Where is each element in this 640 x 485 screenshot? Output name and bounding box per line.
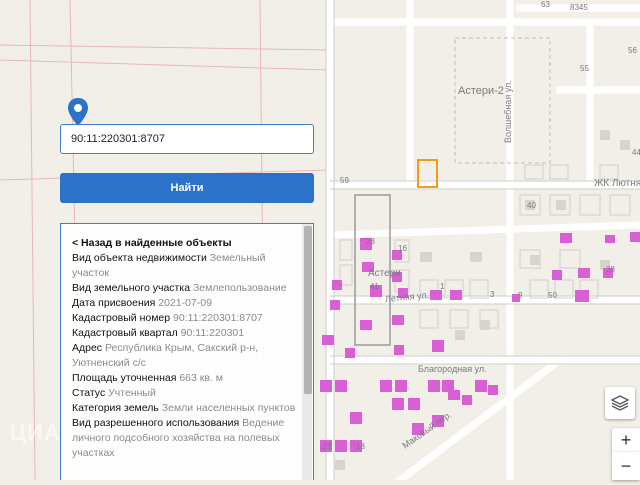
info-row-cadastral-quarter: Кадастровый квартал 90:11:220301	[72, 326, 300, 341]
num-41: 41	[370, 282, 379, 291]
label-asteri: Астери	[368, 268, 401, 279]
layers-icon	[610, 395, 630, 411]
info-label: Вид разрешенного использования	[72, 417, 240, 429]
info-label: Адрес	[72, 342, 103, 354]
info-value: Учтенный	[108, 387, 156, 399]
info-label: Кадастровый квартал	[72, 327, 178, 339]
num-23: 23	[323, 442, 332, 451]
back-to-results-link[interactable]: < Назад в найденные объекты	[72, 236, 300, 251]
location-pin-icon	[68, 98, 88, 126]
info-value: 2021-07-09	[158, 297, 212, 309]
info-label: Дата присвоения	[72, 297, 156, 309]
info-label: Вид объекта недвижимости	[72, 252, 207, 264]
label-zhk-lyutnya: ЖК Лютня	[594, 178, 640, 189]
info-scrollbar-thumb[interactable]	[304, 226, 312, 394]
info-row-status: Статус Учтенный	[72, 386, 300, 401]
cadastral-search-input[interactable]	[60, 124, 314, 154]
num-16: 16	[398, 244, 407, 253]
info-value: 90:11:220301	[180, 327, 245, 339]
info-label: Кадастровый номер	[72, 312, 171, 324]
info-value: 90:11:220301:8707	[173, 312, 263, 324]
label-asteri2: Астери-2	[458, 85, 504, 97]
find-button[interactable]: Найти	[60, 173, 314, 203]
info-label: Категория земель	[72, 402, 159, 414]
num-18: 18	[356, 442, 365, 451]
info-row-land-category: Категория земель Земли населенных пункто…	[72, 401, 300, 416]
num-8345: 8345	[570, 3, 588, 12]
num-1: 1	[440, 282, 445, 291]
info-label: Статус	[72, 387, 106, 399]
info-row-area: Площадь уточненная 663 кв. м	[72, 371, 300, 386]
num-50: 50	[548, 291, 557, 300]
num-59: 59	[340, 176, 349, 185]
info-row-parcel-type: Вид земельного участка Землепользование	[72, 281, 300, 296]
info-value: Землепользование	[192, 282, 287, 294]
zoom-in-button[interactable]: +	[612, 428, 640, 452]
info-value: 663 кв. м	[179, 372, 223, 384]
num-9: 9	[518, 291, 523, 300]
info-row-object-type: Вид объекта недвижимости Земельный участ…	[72, 251, 300, 281]
object-info-panel: < Назад в найденные объекты Вид объекта …	[60, 223, 314, 480]
info-label: Площадь уточненная	[72, 372, 177, 384]
info-label: Вид земельного участка	[72, 282, 191, 294]
info-value: Земли населенных пунктов	[161, 402, 296, 414]
info-row-permitted-use: Вид разрешенного использования Ведение л…	[72, 416, 300, 461]
label-volshebnaya: Волшебная ул.	[503, 80, 513, 143]
num-56: 56	[628, 46, 637, 55]
num-40: 40	[527, 201, 536, 210]
zoom-out-button[interactable]: −	[612, 452, 640, 480]
num-44: 44	[632, 148, 640, 157]
num-55: 55	[580, 64, 589, 73]
num-63: 63	[541, 0, 550, 9]
info-row-cadastral-number: Кадастровый номер 90:11:220301:8707	[72, 311, 300, 326]
layers-button[interactable]	[605, 387, 635, 419]
info-row-assign-date: Дата присвоения 2021-07-09	[72, 296, 300, 311]
num-38: 38	[606, 265, 615, 274]
num-3: 3	[490, 290, 495, 299]
info-row-address: Адрес Республика Крым, Сакский р-н, Уютн…	[72, 341, 300, 371]
num-28: 28	[366, 237, 375, 246]
label-blagorodnaya: Благородная ул.	[418, 364, 487, 374]
object-info-content: < Назад в найденные объекты Вид объекта …	[72, 236, 300, 461]
